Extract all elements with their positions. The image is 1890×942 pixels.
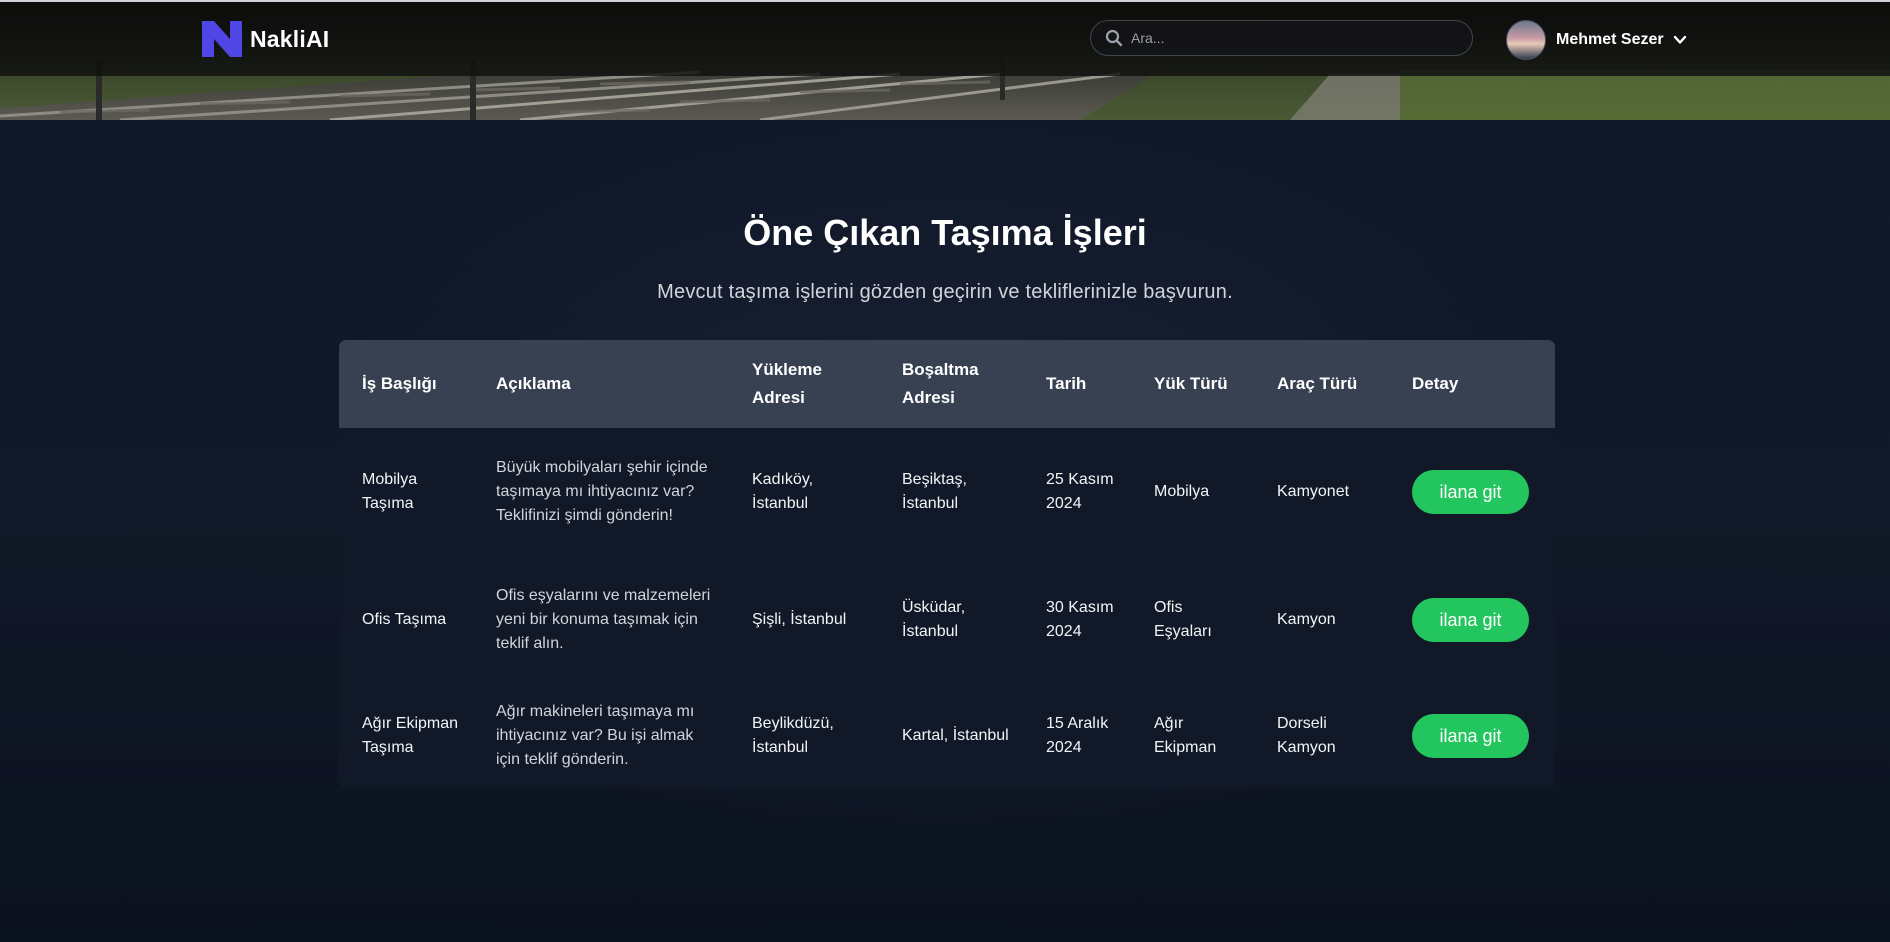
column-header-date: Tarih [1046, 374, 1087, 393]
table-row: Mobilya Taşıma Büyük mobilyaları şehir i… [339, 428, 1555, 556]
page-subtitle: Mevcut taşıma işlerini gözden geçirin ve… [657, 281, 1233, 303]
search-input[interactable] [1131, 30, 1472, 46]
column-header-cargo: Yük Türü [1154, 374, 1228, 393]
jobs-table-card: İş Başlığı Açıklama Yükleme Adresi Boşal… [339, 340, 1555, 788]
job-pickup: Şişli, İstanbul [752, 611, 847, 628]
jobs-table: İş Başlığı Açıklama Yükleme Adresi Boşal… [339, 340, 1555, 788]
job-vehicle: Kamyon [1277, 611, 1336, 628]
job-date: 25 Kasım 2024 [1046, 471, 1114, 512]
page-title: Öne Çıkan Taşıma İşleri [743, 212, 1147, 253]
avatar[interactable] [1506, 20, 1546, 60]
job-description: Büyük mobilyaları şehir içinde taşımaya … [496, 459, 708, 524]
column-header-title: İş Başlığı [362, 374, 437, 393]
job-pickup: Beylikdüzü, İstanbul [752, 715, 834, 756]
user-name: Mehmet Sezer [1556, 31, 1664, 48]
job-vehicle: Kamyonet [1277, 483, 1350, 500]
search-icon [1105, 29, 1123, 47]
job-title: Mobilya Taşıma [362, 471, 418, 512]
job-dropoff: Üsküdar, İstanbul [902, 599, 966, 640]
job-detail-cell: ilana git [1389, 684, 1555, 788]
brand-logo[interactable]: NakliAI [202, 21, 329, 57]
job-dropoff: Kartal, İstanbul [902, 727, 1009, 744]
brand-name: NakliAI [250, 25, 330, 52]
column-header-vehicle: Araç Türü [1277, 374, 1358, 393]
table-header-row: İş Başlığı Açıklama Yükleme Adresi Boşal… [339, 340, 1555, 428]
go-to-listing-button[interactable]: ilana git [1412, 598, 1529, 642]
job-detail-cell: ilana git [1389, 428, 1555, 556]
table-row: Ağır Ekipman Taşıma Ağır makineleri taşı… [339, 684, 1555, 788]
table-row: Ofis Taşıma Ofis eşyalarını ve malzemele… [339, 556, 1555, 684]
job-cargo: Mobilya [1154, 483, 1210, 500]
column-header-pickup: Yükleme Adresi [752, 360, 822, 407]
job-dropoff: Beşiktaş, İstanbul [902, 471, 967, 512]
job-title: Ofis Taşıma [362, 611, 447, 628]
go-to-listing-button[interactable]: ilana git [1412, 714, 1529, 758]
job-cargo: Ofis Eşyaları [1154, 599, 1212, 640]
job-description: Ağır makineleri taşımaya mı ihtiyacınız … [496, 703, 695, 768]
search-box[interactable] [1090, 20, 1473, 56]
user-menu[interactable]: Mehmet Sezer [1506, 20, 1688, 60]
job-pickup: Kadıköy, İstanbul [752, 471, 814, 512]
nakliai-logo-icon [202, 21, 242, 57]
job-cargo: Ağır Ekipman [1154, 715, 1217, 756]
column-header-detail: Detay [1412, 374, 1459, 393]
column-header-dropoff: Boşaltma Adresi [902, 360, 979, 407]
job-detail-cell: ilana git [1389, 556, 1555, 684]
navbar: NakliAI Mehmet Sezer [0, 2, 1890, 76]
job-vehicle: Dorseli Kamyon [1277, 715, 1336, 756]
job-title: Ağır Ekipman Taşıma [362, 715, 459, 756]
go-to-listing-button[interactable]: ilana git [1412, 470, 1529, 514]
column-header-description: Açıklama [496, 374, 571, 393]
job-date: 15 Aralık 2024 [1046, 715, 1109, 756]
job-description: Ofis eşyalarını ve malzemeleri yeni bir … [496, 587, 711, 652]
job-date: 30 Kasım 2024 [1046, 599, 1114, 640]
chevron-down-icon[interactable] [1672, 32, 1688, 48]
